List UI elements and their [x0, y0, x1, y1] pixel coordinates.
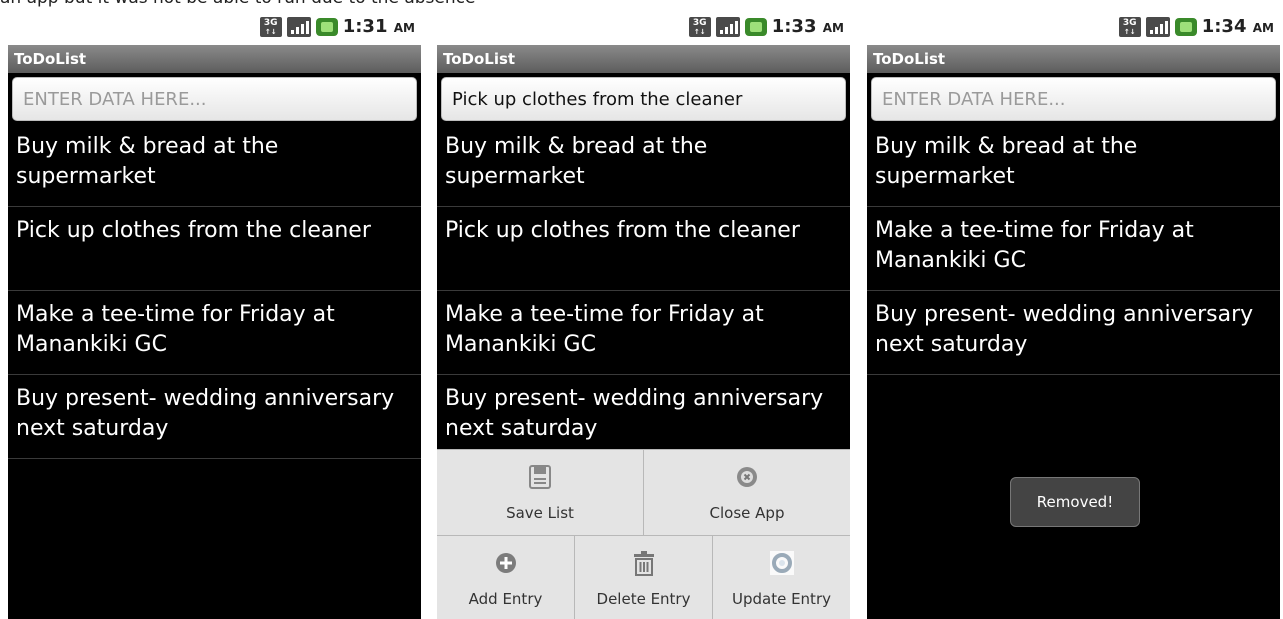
delete-entry-label: Delete Entry [596, 590, 691, 608]
save-list-label: Save List [506, 504, 574, 522]
list-item[interactable]: Pick up clothes from the cleaner [8, 207, 421, 291]
signal-icon [715, 16, 740, 37]
app-title: ToDoList [437, 45, 850, 73]
toast-message: Removed! [1010, 477, 1140, 527]
entry-input[interactable] [452, 88, 845, 110]
clock-ampm: AM [1252, 21, 1274, 35]
options-menu: Save List Close App Add Entry Delete Ent… [437, 449, 850, 619]
status-bar: 3G ↑↓ 1:34 AM [867, 8, 1280, 45]
list-item[interactable]: Buy milk & bread at the supermarket [8, 123, 421, 207]
menu-row-bottom: Add Entry Delete Entry Update Entry [437, 535, 850, 619]
signal-icon [286, 16, 311, 37]
page-caption: an app but it was not be able to run due… [0, 0, 475, 8]
clock-time: 1:31 [342, 16, 388, 37]
delete-icon [631, 550, 657, 576]
add-entry-button[interactable]: Add Entry [437, 536, 575, 619]
close-icon [734, 464, 760, 490]
clock-ampm: AM [393, 21, 415, 35]
network-type-label: 3G [692, 17, 707, 28]
menu-row-top: Save List Close App [437, 449, 850, 535]
clock-ampm: AM [822, 21, 844, 35]
network-arrows: ↑↓ [264, 27, 277, 36]
entry-field[interactable] [12, 77, 417, 121]
list-item[interactable]: Buy milk & bread at the supermarket [437, 123, 850, 207]
3g-icon: 3G ↑↓ [688, 16, 711, 37]
list-item[interactable]: Make a tee-time for Friday at Manankiki … [8, 291, 421, 375]
todo-list: Buy milk & bread at the supermarket Pick… [8, 123, 421, 459]
update-entry-label: Update Entry [731, 590, 831, 608]
battery-icon [1174, 17, 1197, 36]
status-time: 1:34 AM [1202, 16, 1274, 37]
close-app-button[interactable]: Close App [644, 450, 850, 535]
network-arrows: ↑↓ [693, 27, 706, 36]
update-entry-button[interactable]: Update Entry [713, 536, 850, 619]
battery-icon [744, 17, 767, 36]
entry-field[interactable] [871, 77, 1276, 121]
clock-time: 1:34 [1201, 16, 1247, 37]
network-type-label: 3G [263, 17, 278, 28]
todo-list: Buy milk & bread at the supermarket Pick… [437, 123, 850, 459]
clock-time: 1:33 [771, 16, 817, 37]
list-item[interactable]: Make a tee-time for Friday at Manankiki … [867, 207, 1280, 291]
entry-input[interactable] [23, 88, 416, 110]
list-item[interactable]: Buy present- wedding anniversary next sa… [437, 375, 850, 459]
entry-input[interactable] [882, 88, 1275, 110]
save-list-button[interactable]: Save List [437, 450, 644, 535]
phone-screen-2: 3G↑↓ 1:33 AM ToDoList Buy milk & bread a… [437, 8, 850, 619]
list-item[interactable]: Buy present- wedding anniversary next sa… [8, 375, 421, 459]
3g-icon: 3G ↑↓ [259, 16, 282, 37]
delete-entry-button[interactable]: Delete Entry [575, 536, 713, 619]
close-app-label: Close App [709, 504, 785, 522]
status-bar: 3G ↑↓ 1:31 AM [8, 8, 421, 45]
update-icon [769, 550, 795, 576]
app-title: ToDoList [8, 45, 421, 73]
status-time: 1:33 AM [772, 16, 844, 37]
status-time: 1:31 AM [343, 16, 415, 37]
entry-field[interactable] [441, 77, 846, 121]
battery-icon [315, 17, 338, 36]
list-item[interactable]: Make a tee-time for Friday at Manankiki … [437, 291, 850, 375]
list-item[interactable]: Pick up clothes from the cleaner [437, 207, 850, 291]
phone-screen-1: 3G↑↓ 1:31 AM ToDoList Buy milk & bread a… [8, 8, 421, 619]
signal-icon [1145, 16, 1170, 37]
3g-icon: 3G ↑↓ [1118, 16, 1141, 37]
add-icon [493, 550, 519, 576]
list-item[interactable]: Buy present- wedding anniversary next sa… [867, 291, 1280, 375]
save-icon [527, 464, 553, 490]
network-type-label: 3G [1122, 17, 1137, 28]
list-item[interactable]: Buy milk & bread at the supermarket [867, 123, 1280, 207]
status-bar: 3G ↑↓ 1:33 AM [437, 8, 850, 45]
app-title: ToDoList [867, 45, 1280, 73]
todo-list: Buy milk & bread at the supermarket Make… [867, 123, 1280, 375]
network-arrows: ↑↓ [1123, 27, 1136, 36]
add-entry-label: Add Entry [468, 590, 543, 608]
phone-screen-3: 3G↑↓ 1:34 AM ToDoList Buy milk & bread a… [867, 8, 1280, 619]
